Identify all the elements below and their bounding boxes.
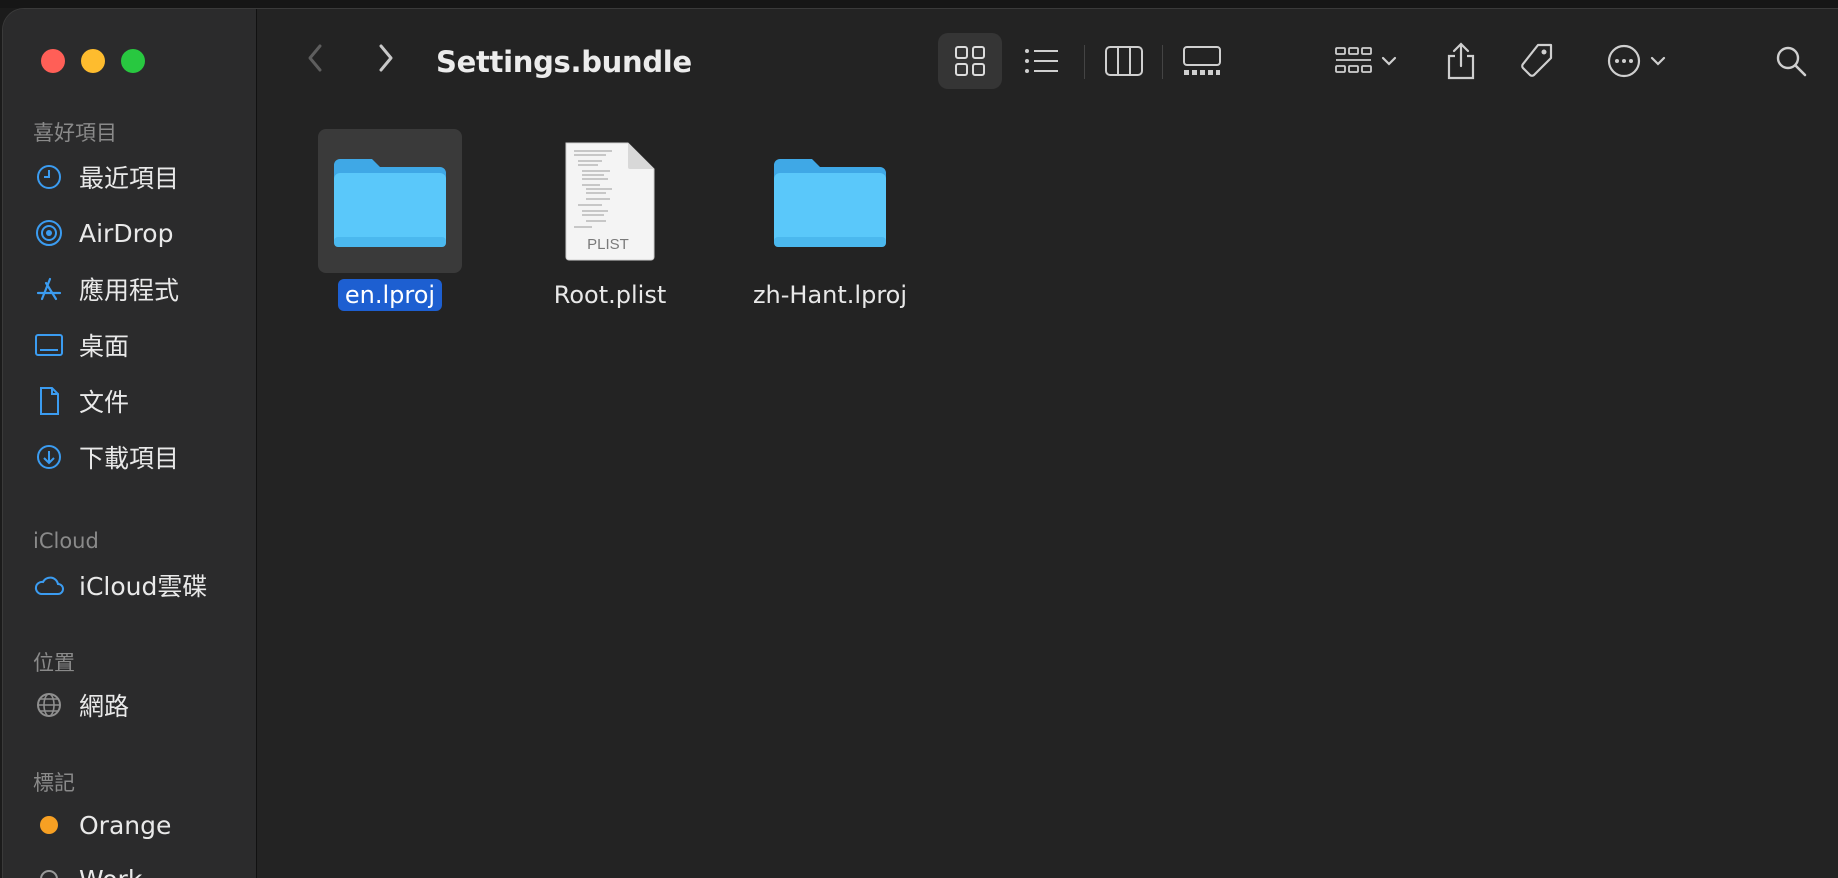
section-title-tags: 標記 [33, 771, 75, 795]
top-strip [0, 0, 1838, 8]
file-name: en.lproj [337, 279, 443, 311]
sidebar-item-label: AirDrop [79, 218, 174, 248]
more-actions-button[interactable] [1598, 33, 1674, 89]
sidebar-item-downloads[interactable]: 下載項目 [33, 437, 253, 477]
globe-icon [33, 689, 65, 721]
sidebar-item-label: 應用程式 [79, 276, 180, 305]
file-item-zh-hant-lproj[interactable]: zh-Hant.lproj [730, 129, 930, 329]
search-button[interactable] [1766, 33, 1816, 89]
back-button[interactable] [298, 41, 332, 75]
document-icon [33, 385, 65, 417]
group-button[interactable] [1328, 33, 1404, 89]
file-name: zh-Hant.lproj [752, 281, 908, 309]
chevron-down-icon [1381, 56, 1397, 66]
main-pane: Settings.bundle en.lproj PLIST Root.plis… [258, 9, 1838, 878]
sidebar-item-documents[interactable]: 文件 [33, 381, 253, 421]
sidebar: 喜好項目 最近項目 AirDrop 應用程式 桌面 文件 下載項目 iCloud… [3, 9, 257, 878]
close-button[interactable] [41, 49, 65, 73]
column-view-button[interactable] [1092, 33, 1156, 89]
sidebar-item-recents[interactable]: 最近項目 [33, 157, 253, 197]
folder-icon [318, 129, 462, 273]
search-icon [1776, 46, 1807, 77]
forward-button[interactable] [369, 41, 403, 75]
sidebar-item-label: 最近項目 [79, 164, 180, 193]
group-icon [1335, 47, 1372, 73]
section-title-favorites: 喜好項目 [33, 121, 117, 145]
gallery-view-button[interactable] [1170, 33, 1234, 89]
section-title-icloud: iCloud [33, 529, 99, 553]
sidebar-item-desktop[interactable]: 桌面 [33, 325, 253, 365]
file-item-root-plist[interactable]: PLIST Root.plist [510, 129, 710, 329]
share-button[interactable] [1436, 33, 1486, 89]
desktop-icon [33, 329, 65, 361]
grid-icon [955, 46, 985, 76]
cloud-icon [33, 569, 65, 601]
list-icon [1025, 49, 1058, 73]
clock-icon [33, 161, 65, 193]
finder-window: 喜好項目 最近項目 AirDrop 應用程式 桌面 文件 下載項目 iCloud… [2, 8, 1838, 878]
apps-icon [33, 273, 65, 305]
download-icon [33, 441, 65, 473]
plist-badge: PLIST [587, 236, 629, 253]
tag-circle-icon [33, 863, 65, 878]
sidebar-item-tag-orange[interactable]: Orange [33, 805, 253, 845]
columns-icon [1105, 46, 1143, 76]
sidebar-item-label: Orange [79, 810, 172, 840]
list-view-button[interactable] [1010, 33, 1074, 89]
sidebar-item-label: 桌面 [79, 332, 130, 361]
zoom-button[interactable] [121, 49, 145, 73]
sidebar-item-airdrop[interactable]: AirDrop [33, 213, 253, 253]
chevron-left-icon [308, 44, 322, 72]
tag-button[interactable] [1512, 33, 1562, 89]
gallery-icon [1183, 46, 1221, 75]
share-icon [1447, 42, 1475, 80]
sidebar-item-label: 下載項目 [79, 444, 180, 473]
minimize-button[interactable] [81, 49, 105, 73]
folder-icon [758, 129, 902, 273]
sidebar-item-tag-work[interactable]: Work [33, 859, 253, 878]
sidebar-item-icloud-drive[interactable]: iCloud雲碟 [33, 565, 253, 605]
file-name: Root.plist [553, 281, 667, 309]
toolbar-separator [1162, 45, 1163, 79]
chevron-down-icon [1650, 56, 1666, 66]
airdrop-icon [33, 217, 65, 249]
sidebar-item-label: 文件 [79, 388, 130, 417]
sidebar-item-label: iCloud雲碟 [79, 572, 208, 601]
icon-view-button[interactable] [938, 33, 1002, 89]
window-title: Settings.bundle [436, 45, 692, 79]
sidebar-item-label: Work [79, 865, 142, 878]
sidebar-item-label: 網路 [79, 692, 130, 721]
sidebar-item-applications[interactable]: 應用程式 [33, 269, 253, 309]
sidebar-item-network[interactable]: 網路 [33, 685, 253, 725]
orange-tag-icon [33, 809, 65, 841]
file-item-en-lproj[interactable]: en.lproj [290, 129, 490, 329]
plist-document-icon: PLIST [538, 129, 682, 273]
tag-icon [1521, 43, 1553, 77]
ellipsis-circle-icon [1607, 44, 1641, 78]
chevron-right-icon [379, 44, 393, 72]
toolbar-separator [1084, 45, 1085, 79]
section-title-locations: 位置 [33, 651, 75, 675]
